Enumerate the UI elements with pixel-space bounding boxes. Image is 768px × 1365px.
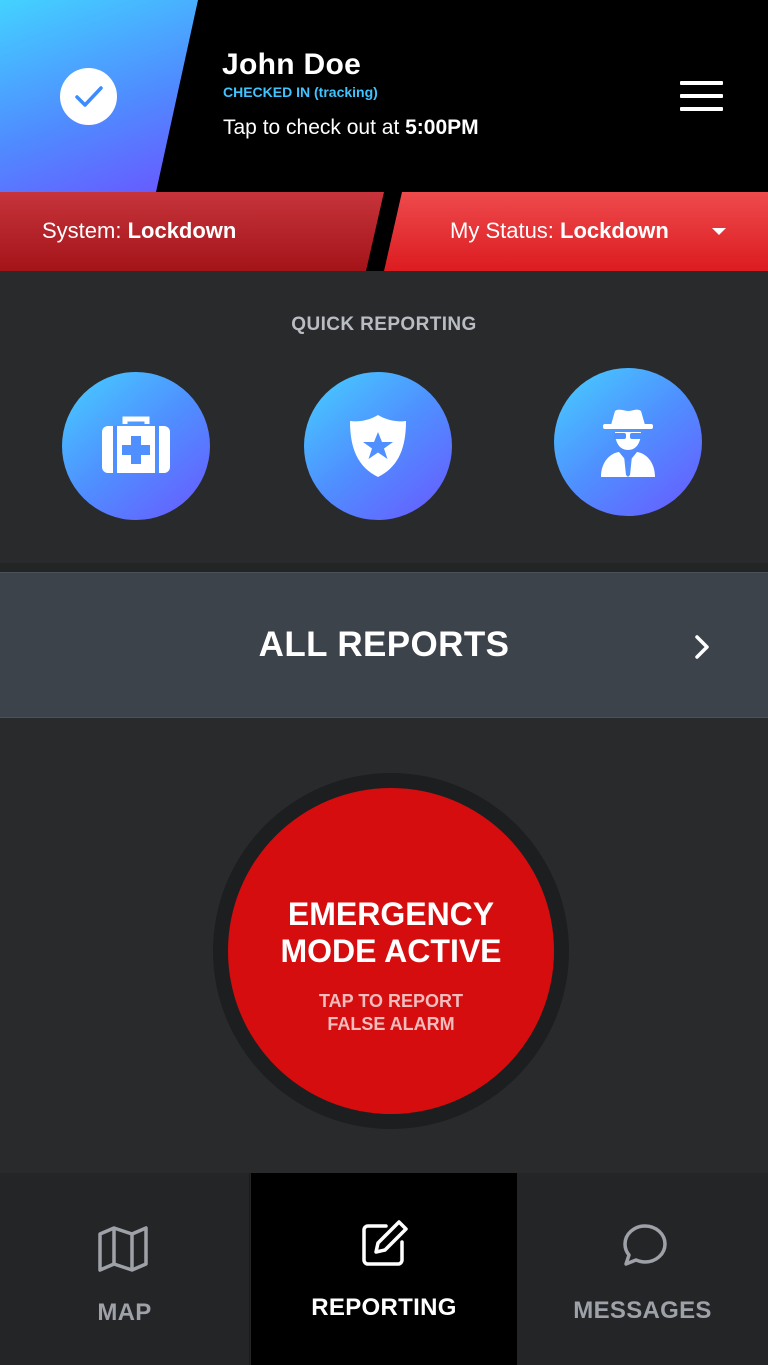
suspicious-person-icon xyxy=(601,409,655,477)
nav-label-reporting: REPORTING xyxy=(311,1294,457,1321)
checkout-prefix: Tap to check out at xyxy=(223,116,406,139)
emergency-title-line1: EMERGENCY xyxy=(287,896,495,932)
bottom-nav: MAP REPORTING MESSAGES xyxy=(0,1173,768,1365)
checkout-time: 5:00PM xyxy=(405,116,479,139)
nav-label-map: MAP xyxy=(97,1299,152,1326)
quick-reporting-title: QUICK REPORTING xyxy=(291,314,477,335)
quick-report-police-button[interactable] xyxy=(304,372,452,520)
header: John Doe CHECKED IN (tracking) Tap to ch… xyxy=(0,0,768,192)
quick-report-medical-button[interactable] xyxy=(62,372,210,520)
emergency-title-line2: MODE ACTIVE xyxy=(280,933,502,969)
nav-label-messages: MESSAGES xyxy=(573,1297,712,1324)
checkout-link[interactable]: Tap to check out at 5:00PM xyxy=(223,116,479,140)
medical-kit-icon xyxy=(102,416,170,473)
chat-bubble-icon xyxy=(623,1224,667,1266)
emergency-sub-line1: TAP TO REPORT xyxy=(318,991,464,1011)
status-bar: System: Lockdown My Status: Lockdown xyxy=(0,192,768,271)
system-status-text: System: Lockdown xyxy=(42,218,236,244)
my-status-text: My Status: Lockdown xyxy=(450,218,669,244)
all-reports-button[interactable]: ALL REPORTS xyxy=(0,572,768,718)
my-status-value: Lockdown xyxy=(560,218,669,243)
nav-tab-messages[interactable]: MESSAGES xyxy=(517,1173,768,1365)
system-status-value: Lockdown xyxy=(127,218,237,243)
chevron-right-icon xyxy=(695,635,709,659)
system-status: System: Lockdown xyxy=(0,192,384,271)
system-status-label: System: xyxy=(42,218,128,243)
emergency-sub-line2: FALSE ALARM xyxy=(327,1014,455,1034)
hamburger-menu-icon[interactable] xyxy=(680,81,724,111)
nav-tab-map[interactable]: MAP xyxy=(0,1173,250,1365)
quick-report-suspicious-button[interactable] xyxy=(554,368,702,516)
user-name: John Doe xyxy=(222,48,362,81)
all-reports-label: ALL REPORTS xyxy=(258,625,510,664)
emergency-title: EMERGENCY MODE ACTIVE xyxy=(228,896,554,970)
nav-tab-reporting[interactable]: REPORTING xyxy=(251,1173,517,1365)
police-badge-icon xyxy=(350,415,406,477)
check-in-button[interactable] xyxy=(60,68,117,125)
my-status-dropdown[interactable]: My Status: Lockdown xyxy=(384,192,768,271)
emergency-subtitle: TAP TO REPORT FALSE ALARM xyxy=(228,990,554,1036)
section-divider xyxy=(0,563,768,572)
checkmark-icon xyxy=(74,85,103,107)
edit-icon xyxy=(362,1220,408,1266)
map-icon xyxy=(98,1226,148,1272)
caret-down-icon xyxy=(712,228,726,235)
my-status-label: My Status: xyxy=(450,218,561,243)
emergency-false-alarm-button[interactable]: EMERGENCY MODE ACTIVE TAP TO REPORT FALS… xyxy=(228,788,554,1114)
checkin-status: CHECKED IN (tracking) xyxy=(223,84,378,100)
